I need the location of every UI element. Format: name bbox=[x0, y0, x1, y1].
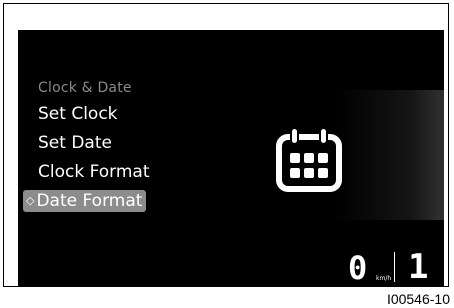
menu-item-clock-format[interactable]: Clock Format bbox=[38, 162, 150, 182]
calendar-icon bbox=[276, 127, 342, 192]
speed-readout: 0 km/h bbox=[348, 248, 392, 286]
menu-item-set-date[interactable]: Set Date bbox=[38, 133, 112, 153]
speed-unit: km/h bbox=[376, 275, 392, 282]
status-divider bbox=[394, 252, 395, 282]
selection-marker-icon: ◇ bbox=[26, 194, 35, 207]
screen-glare bbox=[334, 90, 444, 220]
gear-indicator: 1 bbox=[408, 247, 429, 286]
menu-title: Clock & Date bbox=[38, 80, 132, 96]
display-screen: Clock & Date Set Clock Set Date Clock Fo… bbox=[18, 30, 444, 286]
menu-item-set-clock[interactable]: Set Clock bbox=[38, 104, 118, 124]
menu-item-date-format-label: Date Format bbox=[36, 191, 143, 211]
menu-item-date-format[interactable]: ◇ Date Format bbox=[23, 190, 147, 212]
speed-value: 0 bbox=[348, 249, 368, 286]
figure-code: I00546-10 bbox=[386, 291, 450, 307]
